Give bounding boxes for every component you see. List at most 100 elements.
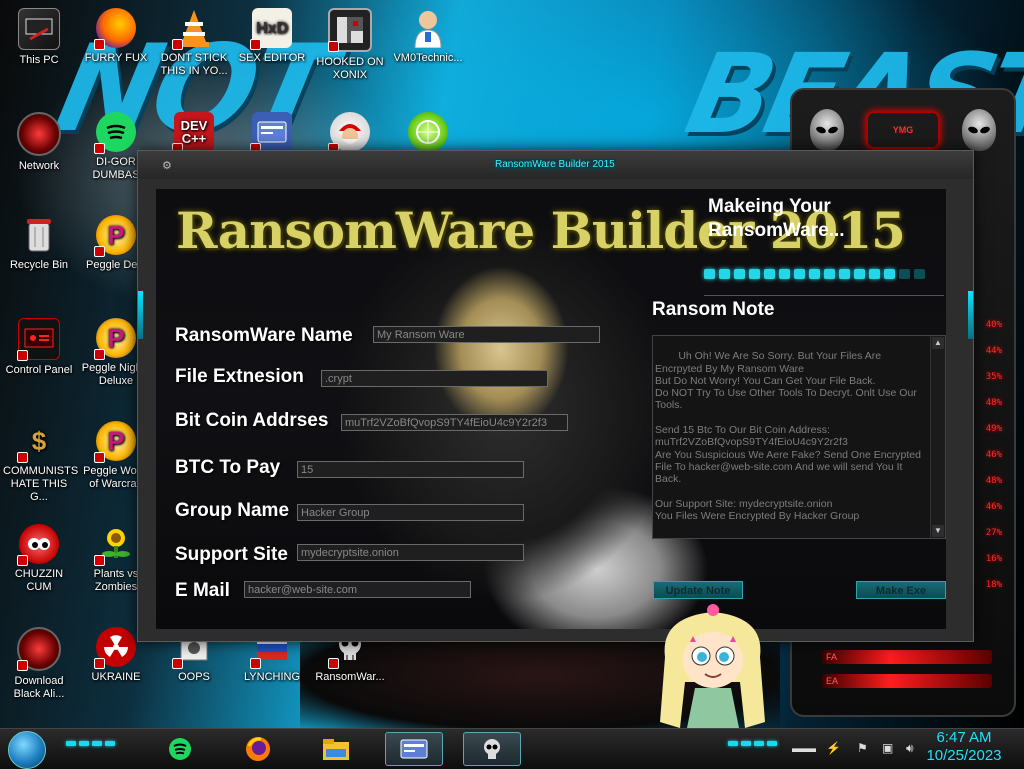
- progress-segment: [914, 269, 925, 279]
- progress-segment: [794, 269, 805, 279]
- santa-icon: [328, 112, 370, 154]
- app-icon[interactable]: ⚙: [162, 159, 176, 172]
- progress-segment: [809, 269, 820, 279]
- ransom-note-text: Uh Oh! We Are So Sorry. But Your Files A…: [655, 350, 921, 523]
- desktop-icon-recycle-bin[interactable]: Recycle Bin: [3, 215, 75, 272]
- progress-segment: [719, 269, 730, 279]
- bitcoin-address-input[interactable]: [341, 414, 568, 431]
- desktop-icon-communists[interactable]: $ COMMUNISTS HATE THIS G...: [3, 421, 78, 504]
- ransomware-builder-window[interactable]: ⚙ RansomWare Builder 2015 RansomWare Bui…: [137, 150, 974, 642]
- taskbar-app-spotify[interactable]: [160, 732, 200, 766]
- btc-to-pay-input[interactable]: [297, 461, 524, 478]
- start-button[interactable]: [8, 731, 46, 769]
- taskbar-app-skull[interactable]: [463, 732, 521, 766]
- taskbar-clock[interactable]: 6:47 AM 10/25/2023: [926, 729, 1002, 765]
- update-note-button[interactable]: Update Note: [653, 581, 743, 599]
- peggle-nights-icon: P: [94, 318, 136, 360]
- volume-icon[interactable]: 🔊︎: [906, 741, 914, 756]
- group-name-input[interactable]: [297, 504, 524, 521]
- firefox-icon: [94, 8, 136, 50]
- progress-segment: [824, 269, 835, 279]
- progress-segment: [764, 269, 775, 279]
- firefox-icon: [246, 737, 270, 761]
- divider: [704, 295, 944, 296]
- file-explorer-icon: [323, 739, 349, 760]
- card-app-icon: [250, 112, 292, 154]
- support-site-input[interactable]: [297, 544, 524, 561]
- tray-app-icon[interactable]: ⚡: [826, 741, 841, 755]
- desktop-icon-label: Recycle Bin: [9, 259, 69, 271]
- build-status: Makeing Your RansomWare...: [708, 196, 845, 241]
- limewire-icon: [408, 112, 448, 152]
- peggle-icon: P: [94, 215, 136, 257]
- progress-segment: [734, 269, 745, 279]
- recycle-bin-icon: [19, 215, 59, 255]
- hxd-editor-icon: HxD: [250, 8, 292, 50]
- make-exe-button[interactable]: Make Exe: [856, 581, 946, 599]
- gadget-badge: YMG: [866, 111, 940, 149]
- network-icon[interactable]: ▣: [882, 741, 893, 755]
- desktop-icon-chuzzin[interactable]: CHUZZIN CUM: [3, 524, 75, 594]
- scroll-down-icon[interactable]: ▼: [932, 525, 944, 537]
- gadget-bar: FA: [822, 650, 992, 664]
- taskbar-app-file-explorer[interactable]: [316, 732, 356, 766]
- ransomware-builder-icon: [400, 739, 428, 759]
- devcpp-icon: DEV C++: [172, 112, 214, 154]
- plants-vs-zombies-icon: [94, 524, 136, 566]
- file-extension-input[interactable]: [321, 370, 548, 387]
- desktop-icon-label: RansomWar...: [315, 671, 385, 683]
- desktop-icon-this-pc[interactable]: This PC: [3, 8, 75, 67]
- doctor-icon: [408, 8, 448, 48]
- gadget-bar: EA: [822, 674, 992, 688]
- skull-app-icon: [484, 739, 500, 759]
- group-name-label: Group Name: [175, 500, 290, 521]
- flag-icon[interactable]: ⚑: [857, 741, 868, 755]
- desktop-icon-sex-editor[interactable]: HxD SEX EDITOR: [236, 8, 308, 65]
- radiation-icon: [94, 627, 136, 669]
- spotify-icon: [94, 112, 136, 154]
- progress-segment: [869, 269, 880, 279]
- desktop-icon-control-panel[interactable]: Control Panel: [3, 318, 75, 377]
- note-scrollbar[interactable]: ▲ ▼: [930, 336, 945, 538]
- xonix-game-icon: [328, 8, 372, 52]
- control-panel-icon: [17, 318, 60, 361]
- desktop-icon-label: HOOKED ON XONIX: [316, 56, 384, 81]
- desktop-icon-dont-stick[interactable]: DONT STICK THIS IN YO...: [158, 8, 230, 78]
- progress-segment: [704, 269, 715, 279]
- email-input[interactable]: [244, 581, 471, 598]
- desktop-icon-furry-fux[interactable]: FURRY FUX: [80, 8, 152, 65]
- desktop-icon-label: Download Black Ali...: [13, 675, 65, 700]
- desktop-icon-label: FURRY FUX: [84, 52, 148, 64]
- scroll-up-icon[interactable]: ▲: [932, 337, 944, 349]
- alien-head-icon: [962, 109, 996, 151]
- clock-time: 6:47 AM: [936, 729, 992, 746]
- progress-segment: [854, 269, 865, 279]
- bitcoin-address-label: Bit Coin Addrses: [175, 410, 329, 431]
- desktop-icon-hooked-on-xonix[interactable]: HOOKED ON XONIX: [314, 8, 386, 82]
- taskbar-app-firefox[interactable]: [238, 732, 278, 766]
- build-progress-bar: [704, 269, 929, 279]
- ransomware-name-label: RansomWare Name: [175, 325, 353, 346]
- progress-segment: [779, 269, 790, 279]
- builder-panel: RansomWare Builder 2015 Makeing Your Ran…: [156, 189, 946, 629]
- ransomware-name-input[interactable]: [373, 326, 600, 343]
- desktop-icon-label: OOPS: [178, 671, 210, 683]
- clock-date: 10/25/2023: [926, 747, 1002, 764]
- desktop-icon-label: Control Panel: [5, 364, 73, 376]
- window-edge-light: [968, 291, 973, 339]
- window-titlebar[interactable]: ⚙ RansomWare Builder 2015: [138, 151, 973, 179]
- window-title: RansomWare Builder 2015: [494, 159, 616, 170]
- tray-lights: ▬▬: [792, 741, 816, 755]
- ransom-note-textarea[interactable]: Uh Oh! We Are So Sorry. But Your Files A…: [652, 335, 946, 539]
- money-bag-icon: $: [17, 421, 59, 463]
- computer-icon: [18, 8, 60, 50]
- desktop-icon-download-black-ali[interactable]: Download Black Ali...: [3, 627, 75, 701]
- desktop-icon-vm0technic[interactable]: VM0Technic...: [392, 8, 464, 65]
- file-extension-label: File Extnesion: [175, 366, 304, 387]
- taskbar-app-ransomware-builder[interactable]: [385, 732, 443, 766]
- desktop-icon-label: SEX EDITOR: [238, 52, 306, 64]
- desktop-icon-label: DONT STICK THIS IN YO...: [160, 52, 228, 77]
- desktop-icon-network[interactable]: Network: [3, 112, 75, 173]
- progress-segment: [749, 269, 760, 279]
- gadget-bars: FA EA: [822, 650, 992, 698]
